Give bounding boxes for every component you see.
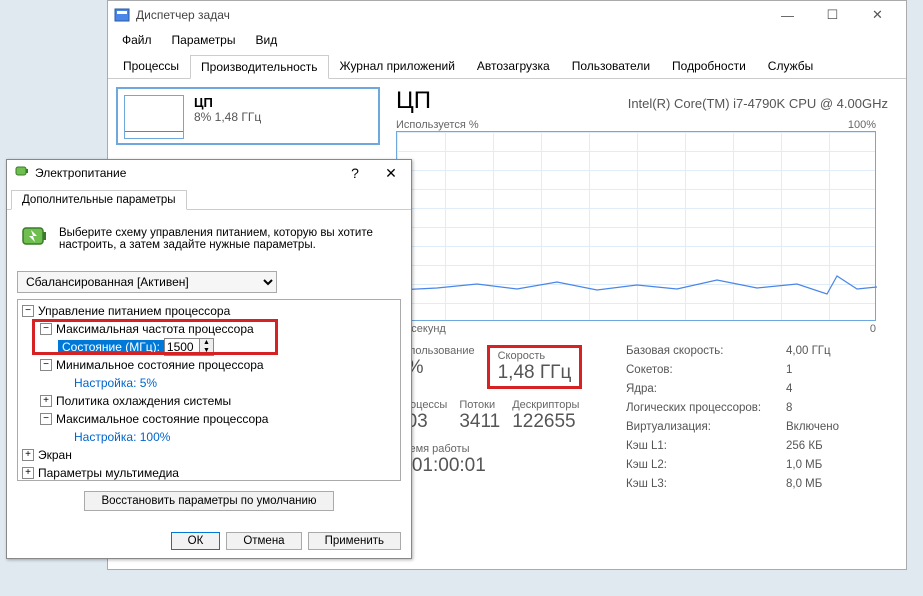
cpu-info-table: Базовая скорость:4,00 ГГц Сокетов:1 Ядра… (626, 345, 839, 497)
tree-multimedia[interactable]: Параметры мультимедиа (38, 466, 179, 480)
expand-icon[interactable]: − (40, 413, 52, 425)
kv-v: Включено (786, 421, 839, 440)
battery-icon (13, 163, 29, 184)
uptime-value: 3:01:00:01 (396, 455, 626, 477)
tree-cooling[interactable]: Политика охлаждения системы (56, 394, 231, 408)
kv-v: 8,0 МБ (786, 478, 822, 497)
cpu-tile[interactable]: ЦП 8% 1,48 ГГц (116, 87, 380, 145)
power-close-button[interactable]: ✕ (377, 165, 405, 182)
kv-k: Логических процессоров: (626, 402, 786, 421)
uptime-label: Время работы (396, 443, 626, 455)
expand-icon[interactable]: + (22, 467, 34, 479)
mini-chart (124, 95, 184, 139)
tree-setting-5[interactable]: Настройка: 5% (74, 376, 157, 390)
speed-highlight: Скорость 1,48 ГГц (487, 345, 583, 389)
kv-k: Кэш L3: (626, 478, 786, 497)
tree-display[interactable]: Экран (38, 448, 72, 462)
chart-bot-right: 0 (870, 323, 876, 335)
titlebar[interactable]: Диспетчер задач — ☐ ✕ (108, 1, 906, 29)
power-scheme-select[interactable]: Сбалансированная [Активен] (17, 271, 277, 293)
kv-k: Кэш L1: (626, 440, 786, 459)
battery-icon-large (17, 220, 49, 257)
restore-defaults-button[interactable]: Восстановить параметры по умолчанию (84, 491, 333, 511)
expand-icon[interactable]: − (40, 323, 52, 335)
kv-v: 1,0 МБ (786, 459, 822, 478)
cancel-button[interactable]: Отмена (226, 532, 301, 550)
tab-processes[interactable]: Процессы (112, 54, 190, 78)
kv-v: 4 (786, 383, 792, 402)
kv-k: Ядра: (626, 383, 786, 402)
tab-services[interactable]: Службы (757, 54, 824, 78)
minimize-button[interactable]: — (765, 1, 810, 29)
chart-line (397, 272, 877, 302)
cpu-tile-label: ЦП (194, 95, 261, 110)
tab-startup[interactable]: Автозагрузка (466, 54, 561, 78)
kv-v: 4,00 ГГц (786, 345, 831, 364)
chart-top-right: 100% (848, 119, 876, 131)
kv-v: 8 (786, 402, 792, 421)
kv-v: 1 (786, 364, 792, 383)
threads-value: 3411 (459, 411, 500, 433)
power-title: Электропитание (35, 166, 126, 180)
kv-k: Сокетов: (626, 364, 786, 383)
power-tabs: Дополнительные параметры (7, 186, 411, 210)
handles-value: 122655 (512, 411, 579, 433)
kv-k: Базовая скорость: (626, 345, 786, 364)
performance-main: ЦП Intel(R) Core(TM) i7-4790K CPU @ 4.00… (388, 79, 906, 569)
settings-tree[interactable]: − Управление питанием процессора − Макси… (17, 299, 401, 481)
kv-v: 256 КБ (786, 440, 823, 459)
tree-setting-100[interactable]: Настройка: 100% (74, 430, 170, 444)
state-mhz-spinbox[interactable]: ▲▼ (164, 338, 214, 356)
power-intro-text: Выберите схему управления питанием, кото… (59, 227, 401, 251)
threads-label: Потоки (459, 399, 500, 411)
expand-icon[interactable]: + (22, 449, 34, 461)
ok-button[interactable]: ОК (171, 532, 221, 550)
menu-bar: Файл Параметры Вид (108, 29, 906, 51)
tree-min-state[interactable]: Минимальное состояние процессора (56, 358, 264, 372)
cpu-heading: ЦП (396, 87, 431, 115)
apply-button[interactable]: Применить (308, 532, 401, 550)
kv-k: Виртуализация: (626, 421, 786, 440)
tab-advanced-settings[interactable]: Дополнительные параметры (11, 190, 187, 210)
chart-top-left: Используется % (396, 119, 479, 131)
tab-details[interactable]: Подробности (661, 54, 757, 78)
menu-view[interactable]: Вид (245, 31, 287, 49)
tabs-row: Процессы Производительность Журнал прило… (108, 51, 906, 79)
handles-label: Дескрипторы (512, 399, 579, 411)
window-controls: — ☐ ✕ (765, 1, 900, 29)
state-mhz-label: Состояние (МГц): (58, 340, 164, 354)
tab-users[interactable]: Пользователи (561, 54, 661, 78)
help-button[interactable]: ? (341, 165, 369, 181)
tab-performance[interactable]: Производительность (190, 55, 328, 79)
speed-label: Скорость (498, 350, 572, 362)
spin-up-icon[interactable]: ▲ (200, 339, 213, 347)
state-mhz-input[interactable] (165, 339, 199, 355)
cpu-model: Intel(R) Core(TM) i7-4790K CPU @ 4.00GHz (628, 96, 888, 111)
expand-icon[interactable]: + (40, 395, 52, 407)
expand-icon[interactable]: − (22, 305, 34, 317)
tree-max-freq[interactable]: Максимальная частота процессора (56, 322, 254, 336)
window-title: Диспетчер задач (136, 8, 230, 22)
expand-icon[interactable]: − (40, 359, 52, 371)
menu-options[interactable]: Параметры (162, 31, 246, 49)
close-button[interactable]: ✕ (855, 1, 900, 29)
kv-k: Кэш L2: (626, 459, 786, 478)
spin-down-icon[interactable]: ▼ (200, 347, 213, 355)
cpu-usage-chart[interactable] (396, 131, 876, 321)
power-options-window: Электропитание ? ✕ Дополнительные параме… (6, 159, 412, 559)
tree-cpu-power[interactable]: Управление питанием процессора (38, 304, 230, 318)
cpu-tile-sub: 8% 1,48 ГГц (194, 110, 261, 124)
speed-value: 1,48 ГГц (498, 362, 572, 384)
maximize-button[interactable]: ☐ (810, 1, 855, 29)
taskmgr-icon (114, 7, 130, 23)
menu-file[interactable]: Файл (112, 31, 162, 49)
power-titlebar[interactable]: Электропитание ? ✕ (7, 160, 411, 186)
tab-app-history[interactable]: Журнал приложений (329, 54, 466, 78)
tree-max-state[interactable]: Максимальное состояние процессора (56, 412, 268, 426)
